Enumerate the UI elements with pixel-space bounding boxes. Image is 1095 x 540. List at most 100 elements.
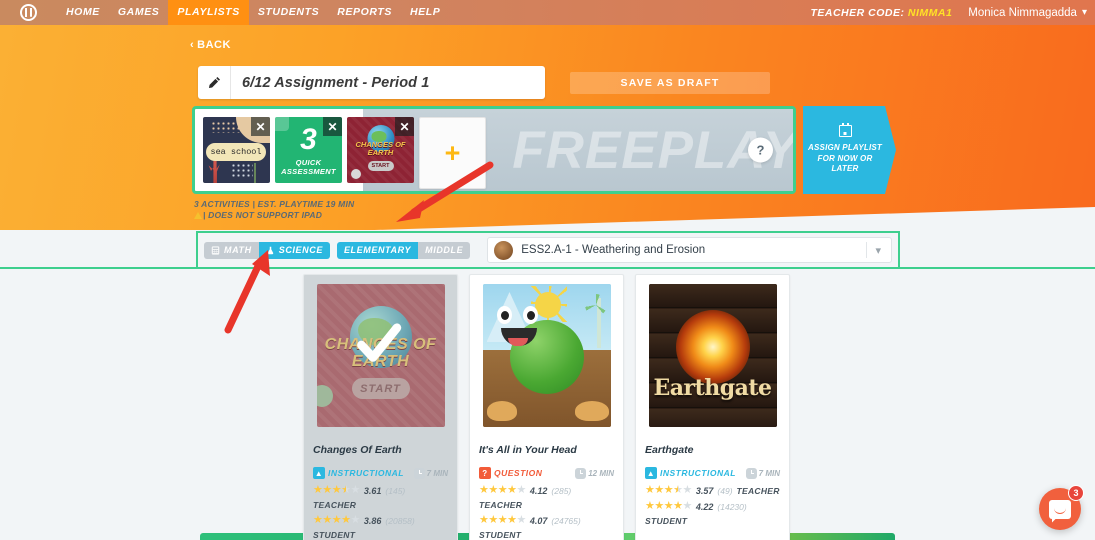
top-navigation-bar: HOME GAMES PLAYLISTS STUDENTS REPORTS HE… <box>0 0 1095 25</box>
quiz-corner-flag-icon <box>275 117 289 131</box>
teacher-code-value: NIMMA1 <box>907 6 953 19</box>
playlist-tile-caption: sea school <box>206 143 266 161</box>
student-rating-label: STUDENT <box>479 530 522 540</box>
activity-summary-line1: 3 ACTIVITIES | EST. PLAYTIME 19 MIN <box>194 199 355 209</box>
student-rating-value: 4.07 <box>529 515 548 526</box>
playlist-tile-changes-of-earth[interactable]: CHANGES OF EARTH START ✕ <box>347 117 414 183</box>
student-rating-count: (14230) <box>717 501 747 512</box>
filter-divider-left <box>0 267 196 269</box>
filter-chip-science-label: SCIENCE <box>278 245 323 255</box>
assign-playlist-label: ASSIGN PLAYLIST FOR NOW OR LATER <box>808 143 882 174</box>
card-type-label: INSTRUCTIONAL <box>660 468 736 478</box>
card-body: Changes Of Earth ▲ INSTRUCTIONAL 7 MIN ★… <box>304 436 457 540</box>
activity-card-changes-of-earth[interactable]: CHANGES OF EARTH START Changes Of Earth … <box>303 274 458 540</box>
assignment-title-value[interactable]: 6/12 Assignment - Period 1 <box>231 75 429 91</box>
intercom-chat-button[interactable]: 3 <box>1039 485 1084 530</box>
playlist-tiles: sea school ✕ 3 QUICK ASSESSMENT ✕ CHANGE… <box>195 109 486 191</box>
chevron-left-icon: ‹ <box>190 39 195 51</box>
playlist-tile-caption: CHANGES OF EARTH <box>355 140 406 157</box>
assignment-title-row: 6/12 Assignment - Period 1 SAVE AS DRAFT <box>198 66 770 99</box>
save-as-draft-button[interactable]: SAVE AS DRAFT <box>570 71 770 94</box>
student-rating-label: STUDENT <box>645 516 688 526</box>
add-activity-button[interactable]: + <box>419 117 486 189</box>
star-rating-icon: ★★★★★ <box>313 484 360 496</box>
teacher-rating-count: (49) <box>717 485 733 496</box>
intercom-unread-badge: 3 <box>1068 485 1084 501</box>
filter-divider-right <box>898 267 1095 269</box>
student-rating-count: (20858) <box>385 515 415 526</box>
activity-card-list: CHANGES OF EARTH START Changes Of Earth … <box>303 274 790 540</box>
standard-select[interactable]: ESS2.A-1 - Weathering and Erosion ▾ <box>487 237 892 263</box>
card-student-rating-row: ★★★★★ 3.86 (20858) STUDENT <box>313 515 448 540</box>
sea-school-bubbles <box>211 121 241 133</box>
playlist-tile-quick-assessment[interactable]: 3 QUICK ASSESSMENT ✕ <box>275 117 342 183</box>
filter-chip-math[interactable]: MATH <box>204 241 259 259</box>
playlist-tile-sea-school[interactable]: sea school ✕ <box>203 117 270 183</box>
activity-card-earthgate[interactable]: Earthgate Earthgate ▲ INSTRUCTIONAL 7 MI… <box>635 274 790 540</box>
thumbnail-title: Earthgate <box>653 375 772 401</box>
clock-icon <box>745 467 757 479</box>
card-meta-row: ▲ INSTRUCTIONAL 7 MIN <box>645 467 780 479</box>
remove-tile-button[interactable]: ✕ <box>395 117 414 136</box>
filter-chip-middle[interactable]: MIDDLE <box>418 241 471 259</box>
card-student-rating-row: ★★★★★ 4.07 (24765) STUDENT <box>479 515 614 540</box>
teacher-rating-count: (145) <box>385 485 406 496</box>
filter-bar: MATH SCIENCE ELEMENTARY MIDDLE ESS2.A-1 … <box>196 231 900 269</box>
teacher-code: TEACHER CODE: NIMMA1 <box>810 7 952 19</box>
card-teacher-rating-row: ★★★★★ 4.12 (285) TEACHER <box>479 485 614 511</box>
pencil-icon[interactable] <box>198 66 231 99</box>
chevron-down-icon: ▾ <box>1081 7 1087 18</box>
card-duration: 7 MIN <box>745 467 780 479</box>
grade-filter-group: ELEMENTARY MIDDLE <box>336 241 471 259</box>
remove-tile-button[interactable]: ✕ <box>251 117 270 136</box>
brand-logo[interactable] <box>0 4 57 21</box>
nav-item-help[interactable]: HELP <box>401 0 449 25</box>
check-icon <box>356 323 401 362</box>
nav-item-playlists[interactable]: PLAYLISTS <box>168 0 249 25</box>
standard-thumbnail-icon <box>494 240 514 260</box>
teacher-rating-value: 4.12 <box>529 485 548 496</box>
filter-chip-elementary[interactable]: ELEMENTARY <box>336 241 419 259</box>
changes-tile-badge-icon <box>351 169 361 179</box>
instructional-icon: ▲ <box>313 467 325 479</box>
assign-playlist-button[interactable]: ASSIGN PLAYLIST FOR NOW OR LATER <box>803 106 896 194</box>
user-menu[interactable]: Monica Nimmagadda ▾ <box>968 7 1087 19</box>
nav-item-home[interactable]: HOME <box>57 0 109 25</box>
back-link[interactable]: ‹ BACK <box>190 39 231 51</box>
teacher-rating-value: 3.61 <box>363 485 382 496</box>
clock-icon <box>413 467 425 479</box>
card-body: It's All in Your Head ? QUESTION 12 MIN … <box>470 436 623 540</box>
subject-filter-group: MATH SCIENCE <box>204 241 330 259</box>
filter-chip-science[interactable]: SCIENCE <box>258 241 330 259</box>
question-icon: ? <box>479 467 491 479</box>
card-teacher-rating-row: ★★★★★ 3.57 (49) TEACHER <box>645 485 780 496</box>
clock-icon <box>575 467 587 479</box>
card-thumbnail-wrap: CHANGES OF EARTH START <box>304 275 457 436</box>
card-title: Earthgate <box>645 444 694 456</box>
teacher-rating-value: 3.57 <box>695 485 714 496</box>
star-rating-icon: ★★★★★ <box>313 514 360 526</box>
card-title: Changes Of Earth <box>313 444 402 456</box>
remove-tile-button[interactable]: ✕ <box>323 117 342 136</box>
back-link-label: BACK <box>197 39 231 51</box>
card-type-badge: ▲ INSTRUCTIONAL <box>645 467 736 479</box>
sea-school-dots <box>231 163 253 177</box>
chat-bubble-icon <box>1049 499 1071 519</box>
student-rating-label: STUDENT <box>313 530 356 540</box>
freeplay-help-button[interactable]: ? <box>748 137 773 163</box>
card-duration-label: 12 MIN <box>588 468 614 478</box>
nav-item-games[interactable]: GAMES <box>109 0 169 25</box>
activity-summary: 3 ACTIVITIES | EST. PLAYTIME 19 MIN | DO… <box>194 199 354 221</box>
playlist-strip: FREEPLAY ? sea school ✕ 3 QUICK ASSESSME… <box>192 106 796 194</box>
card-duration: 7 MIN <box>413 467 448 479</box>
card-duration: 12 MIN <box>575 467 614 479</box>
standard-select-divider <box>866 242 868 258</box>
assignment-title-box[interactable]: 6/12 Assignment - Period 1 <box>198 66 545 99</box>
chevron-down-icon: ▾ <box>875 244 881 257</box>
card-student-rating-row: ★★★★★ 4.22 (14230) STUDENT <box>645 501 780 527</box>
nav-item-reports[interactable]: REPORTS <box>328 0 401 25</box>
changes-of-earth-thumbnail: CHANGES OF EARTH START <box>316 284 445 427</box>
user-menu-label: Monica Nimmagadda <box>968 6 1077 19</box>
activity-card-its-all-in-your-head[interactable]: It's All in Your Head ? QUESTION 12 MIN … <box>469 274 624 540</box>
nav-item-students[interactable]: STUDENTS <box>249 0 328 25</box>
